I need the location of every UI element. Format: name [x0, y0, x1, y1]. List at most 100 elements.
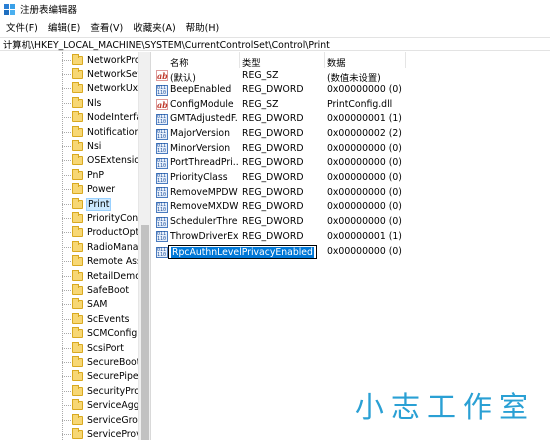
- column-header-name[interactable]: 名称: [170, 55, 189, 69]
- value-row[interactable]: ThrowDriverEx... REG_DWORD 0x00000001 (1): [153, 229, 550, 244]
- dword-value-icon: [156, 84, 168, 96]
- value-data: 0x00000000 (0): [327, 172, 402, 184]
- rename-input[interactable]: RpcAuthnLevelPrivacyEnabled: [168, 244, 317, 259]
- watermark-char: 工: [426, 390, 456, 424]
- tree-item[interactable]: Notifications: [62, 125, 145, 139]
- column-header-data[interactable]: 数据: [327, 55, 346, 69]
- value-type: REG_DWORD: [242, 186, 304, 198]
- value-name: MajorVersion: [170, 128, 230, 140]
- folder-icon: [72, 399, 83, 411]
- value-row[interactable]: RemoveMXDW REG_DWORD 0x00000000 (0): [153, 200, 550, 215]
- tree-item[interactable]: NetworkSetu: [62, 67, 147, 81]
- values-list[interactable]: 名称 类型 数据 ab(默认)REG_SZ(数值未设置)BeepEnabledR…: [153, 52, 550, 440]
- value-type: REG_DWORD: [242, 216, 304, 227]
- address-bar[interactable]: 计算机\HKEY_LOCAL_MACHINE\SYSTEM\CurrentCon…: [0, 37, 550, 51]
- tree-item[interactable]: ScsiPort: [62, 341, 124, 355]
- tree-item[interactable]: ServiceAggre: [62, 399, 149, 413]
- value-type: REG_SZ: [242, 69, 279, 81]
- value-row[interactable]: BeepEnabled REG_DWORD 0x00000000 (0): [153, 83, 550, 98]
- menu-view[interactable]: 查看(V): [85, 20, 128, 34]
- folder-icon: [72, 370, 83, 382]
- tree-item[interactable]: NetworkUxM: [62, 82, 146, 96]
- value-row[interactable]: PortThreadPri... REG_DWORD 0x00000000 (0): [153, 156, 550, 171]
- tree-item[interactable]: ServiceProvic: [62, 427, 149, 440]
- folder-icon: [72, 255, 83, 267]
- value-row[interactable]: PriorityClass REG_DWORD 0x00000000 (0): [153, 171, 550, 186]
- dword-value-icon: [156, 187, 168, 199]
- value-data: 0x00000000 (0): [327, 84, 402, 96]
- dword-value-icon: [156, 201, 168, 213]
- value-data: 0x00000000 (0): [327, 216, 402, 227]
- folder-icon: [72, 183, 83, 195]
- value-data: (数值未设置): [327, 72, 381, 84]
- tree-item[interactable]: SafeBoot: [62, 283, 129, 297]
- registry-tree[interactable]: NetworkProv NetworkSetu NetworkUxM Nls NodeI…: [0, 52, 151, 440]
- tree-item[interactable]: RadioManag: [62, 240, 144, 254]
- tree-item[interactable]: Print: [62, 197, 112, 211]
- tree-item-label: Nls: [87, 97, 102, 109]
- value-type: REG_DWORD: [242, 113, 304, 125]
- value-name: BeepEnabled: [170, 84, 232, 96]
- value-row[interactable]: ab (默认) REG_SZ (数值未设置): [153, 68, 550, 84]
- tree-scrollbar[interactable]: [138, 52, 150, 440]
- value-data: 0x00000000 (0): [327, 157, 402, 169]
- tree-item[interactable]: ProductOptio: [62, 226, 147, 240]
- column-header-type[interactable]: 类型: [242, 55, 261, 69]
- menu-edit[interactable]: 编辑(E): [43, 20, 85, 34]
- address-path[interactable]: 计算机\HKEY_LOCAL_MACHINE\SYSTEM\CurrentCon…: [3, 37, 330, 51]
- tree-item[interactable]: Remote Assis: [62, 255, 149, 269]
- value-row[interactable]: SchedulerThre... REG_DWORD 0x00000000 (0): [153, 215, 550, 230]
- tree-item[interactable]: ScEvents: [62, 312, 130, 326]
- folder-icon: [72, 226, 83, 238]
- tree-item[interactable]: Nls: [62, 96, 101, 110]
- tree-item[interactable]: PnP: [62, 168, 104, 182]
- tree-item[interactable]: SCMConfig: [62, 327, 137, 341]
- menu-help[interactable]: 帮助(H): [181, 20, 225, 34]
- value-data: 0x00000000 (0): [327, 186, 402, 198]
- value-name: SchedulerThre...: [170, 216, 238, 227]
- tree-item[interactable]: Nsi: [62, 139, 101, 153]
- string-value-icon: ab: [156, 70, 168, 81]
- tree-item[interactable]: SecurePipeSe: [62, 370, 150, 384]
- column-divider[interactable]: [239, 52, 240, 68]
- value-type: REG_DWORD: [242, 84, 304, 96]
- value-data: 0x00000000 (0): [327, 201, 402, 213]
- tree-item[interactable]: NetworkProv: [62, 53, 146, 67]
- string-value-icon: ab: [156, 99, 168, 111]
- tree-item[interactable]: SecurityProvi: [62, 384, 148, 398]
- tree-item-label: RadioManag: [87, 241, 145, 253]
- folder-icon: [72, 168, 83, 180]
- tree-item[interactable]: RetailDemo: [62, 269, 141, 283]
- column-divider[interactable]: [405, 52, 406, 68]
- tree-item-label: RetailDemo: [87, 270, 141, 282]
- value-type: REG_DWORD: [242, 230, 304, 242]
- value-row[interactable]: MinorVersion REG_DWORD 0x00000000 (0): [153, 141, 550, 156]
- value-name: PortThreadPri...: [170, 157, 238, 169]
- value-name: ThrowDriverEx...: [170, 230, 238, 242]
- value-row-editing[interactable]: RpcAuthnLevelPrivacyEnabled 0x00000000 (0…: [153, 244, 550, 260]
- value-row[interactable]: GMTAdjustedF... REG_DWORD 0x00000001 (1): [153, 112, 550, 127]
- menu-file[interactable]: 文件(F): [0, 20, 43, 34]
- tree-item[interactable]: SecureBoot: [62, 355, 140, 369]
- pane-splitter[interactable]: [150, 52, 151, 440]
- tree-item[interactable]: SAM: [62, 298, 107, 312]
- tree-item[interactable]: NodeInterfac: [62, 111, 147, 125]
- list-header: 名称 类型 数据: [153, 52, 550, 69]
- menu-favorites[interactable]: 收藏夹(A): [128, 20, 180, 34]
- folder-icon: [72, 327, 83, 339]
- tree-item[interactable]: Power: [62, 183, 115, 197]
- tree-scrollbar-thumb[interactable]: [141, 225, 149, 440]
- folder-icon: [72, 111, 83, 123]
- value-row[interactable]: ab ConfigModule REG_SZ PrintConfig.dll: [153, 97, 550, 112]
- value-type: REG_DWORD: [242, 128, 304, 140]
- folder-icon: [72, 269, 83, 281]
- rename-input-text[interactable]: RpcAuthnLevelPrivacyEnabled: [171, 246, 314, 258]
- value-row[interactable]: MajorVersion REG_DWORD 0x00000002 (2): [153, 127, 550, 142]
- tree-item[interactable]: ServiceGroup: [62, 413, 150, 427]
- column-divider[interactable]: [324, 52, 325, 68]
- dword-value-icon: [156, 157, 168, 169]
- value-row[interactable]: RemoveMPDW REG_DWORD 0x00000000 (0): [153, 185, 550, 200]
- tree-item[interactable]: OSExtensionI: [62, 154, 149, 168]
- tree-item-label: ScEvents: [87, 313, 130, 325]
- tree-item-label: PnP: [87, 169, 104, 181]
